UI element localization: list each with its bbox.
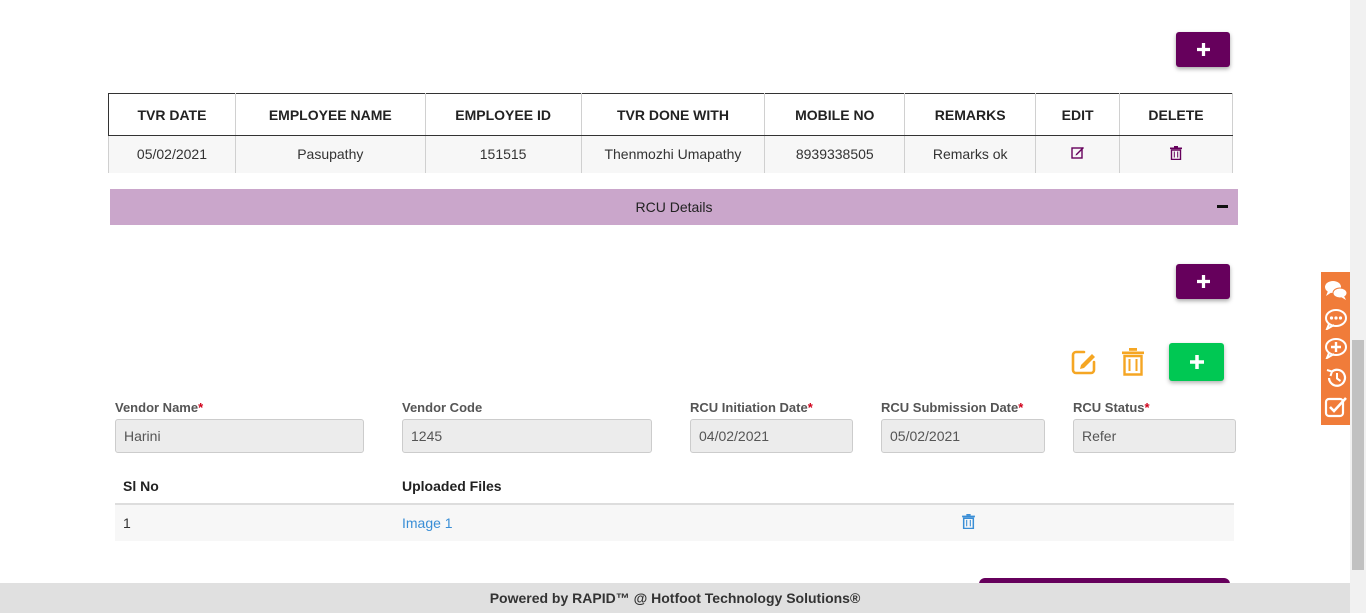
vendor-name-label: Vendor Name* [115,400,204,415]
plus-icon [1196,275,1210,288]
add-comment-button[interactable] [1324,336,1348,360]
checklist-button[interactable] [1324,395,1348,419]
initiation-date-field[interactable] [690,419,853,453]
rcu-add-button[interactable] [1176,264,1230,299]
col-employee-name: EMPLOYEE NAME [234,93,426,136]
initiation-date-group: RCU Initiation Date* [690,400,853,453]
trash-icon[interactable] [1170,145,1183,160]
col-sl-no: Sl No [123,477,159,494]
edit-icon [1071,350,1096,375]
files-table-header: Sl No Uploaded Files [115,468,1234,505]
side-toolbar [1321,272,1350,425]
rcu-section-header[interactable]: RCU Details [110,189,1238,225]
rcu-add-vendor-button[interactable] [1169,343,1224,381]
footer: Powered by RAPID™ @ Hotfoot Technology S… [0,583,1350,613]
submission-date-group: RCU Submission Date* [881,400,1045,453]
submission-date-field[interactable] [881,419,1045,453]
vendor-name-group: Vendor Name* [115,400,364,453]
vendor-code-field[interactable] [402,419,652,453]
cell-tvr-done-with: Thenmozhi Umapathy [580,135,766,173]
col-edit: EDIT [1035,93,1121,136]
scrollbar-thumb[interactable] [1352,340,1364,570]
edit-icon[interactable] [1070,146,1085,159]
plus-icon [1189,355,1204,369]
cell-remarks: Remarks ok [904,135,1037,173]
col-tvr-date: TVR DATE [108,93,236,136]
rcu-delete-button[interactable] [1122,348,1144,381]
page: TVR DATE EMPLOYEE NAME EMPLOYEE ID TVR D… [0,0,1366,613]
trash-icon [962,514,975,530]
add-comment-icon [1324,338,1347,360]
minus-icon[interactable] [1217,205,1228,208]
vendor-code-label: Vendor Code [402,400,483,415]
submission-date-label: RCU Submission Date* [881,400,1024,415]
table-row: 1 Image 1 [115,505,1234,541]
initiation-date-label: RCU Initiation Date* [690,400,813,415]
cell-mobile-no: 8939338505 [764,135,906,173]
history-icon [1326,368,1346,387]
scrollbar[interactable] [1350,0,1366,613]
col-employee-id: EMPLOYEE ID [424,93,582,136]
checklist-icon [1324,397,1347,418]
cell-sl-no: 1 [123,515,131,531]
file-delete-button[interactable] [962,514,975,532]
col-delete: DELETE [1119,93,1233,136]
plus-icon [1196,43,1210,56]
col-uploaded-files: Uploaded Files [402,477,502,494]
chat-button[interactable] [1324,278,1348,302]
tvr-table: TVR DATE EMPLOYEE NAME EMPLOYEE ID TVR D… [108,93,1233,173]
cell-edit [1035,135,1121,173]
uploaded-files-table: Sl No Uploaded Files 1 Image 1 [115,468,1234,541]
vendor-name-field[interactable] [115,419,364,453]
rcu-section-title: RCU Details [635,199,713,215]
rcu-edit-button[interactable] [1071,349,1097,380]
cell-employee-name: Pasupathy [234,135,426,173]
rcu-status-field[interactable] [1073,419,1236,453]
comment-button[interactable] [1324,307,1348,331]
rcu-status-group: RCU Status* [1073,400,1236,453]
file-link[interactable]: Image 1 [402,515,962,531]
chat-icon [1324,280,1347,300]
cell-tvr-date: 05/02/2021 [108,135,236,173]
rcu-status-label: RCU Status* [1073,400,1150,415]
col-mobile-no: MOBILE NO [764,93,906,136]
cell-employee-id: 151515 [424,135,582,173]
cell-delete [1119,135,1233,173]
trash-icon [1122,348,1144,376]
comment-icon [1324,309,1347,331]
history-button[interactable] [1324,366,1348,390]
vendor-code-group: Vendor Code [402,400,652,453]
table-row: 05/02/2021 Pasupathy 151515 Thenmozhi Um… [108,135,1233,173]
col-tvr-done-with: TVR DONE WITH [580,93,766,136]
col-remarks: REMARKS [904,93,1037,136]
footer-text: Powered by RAPID™ @ Hotfoot Technology S… [489,590,861,606]
tvr-table-header: TVR DATE EMPLOYEE NAME EMPLOYEE ID TVR D… [108,93,1233,136]
tvr-add-button[interactable] [1176,32,1230,67]
